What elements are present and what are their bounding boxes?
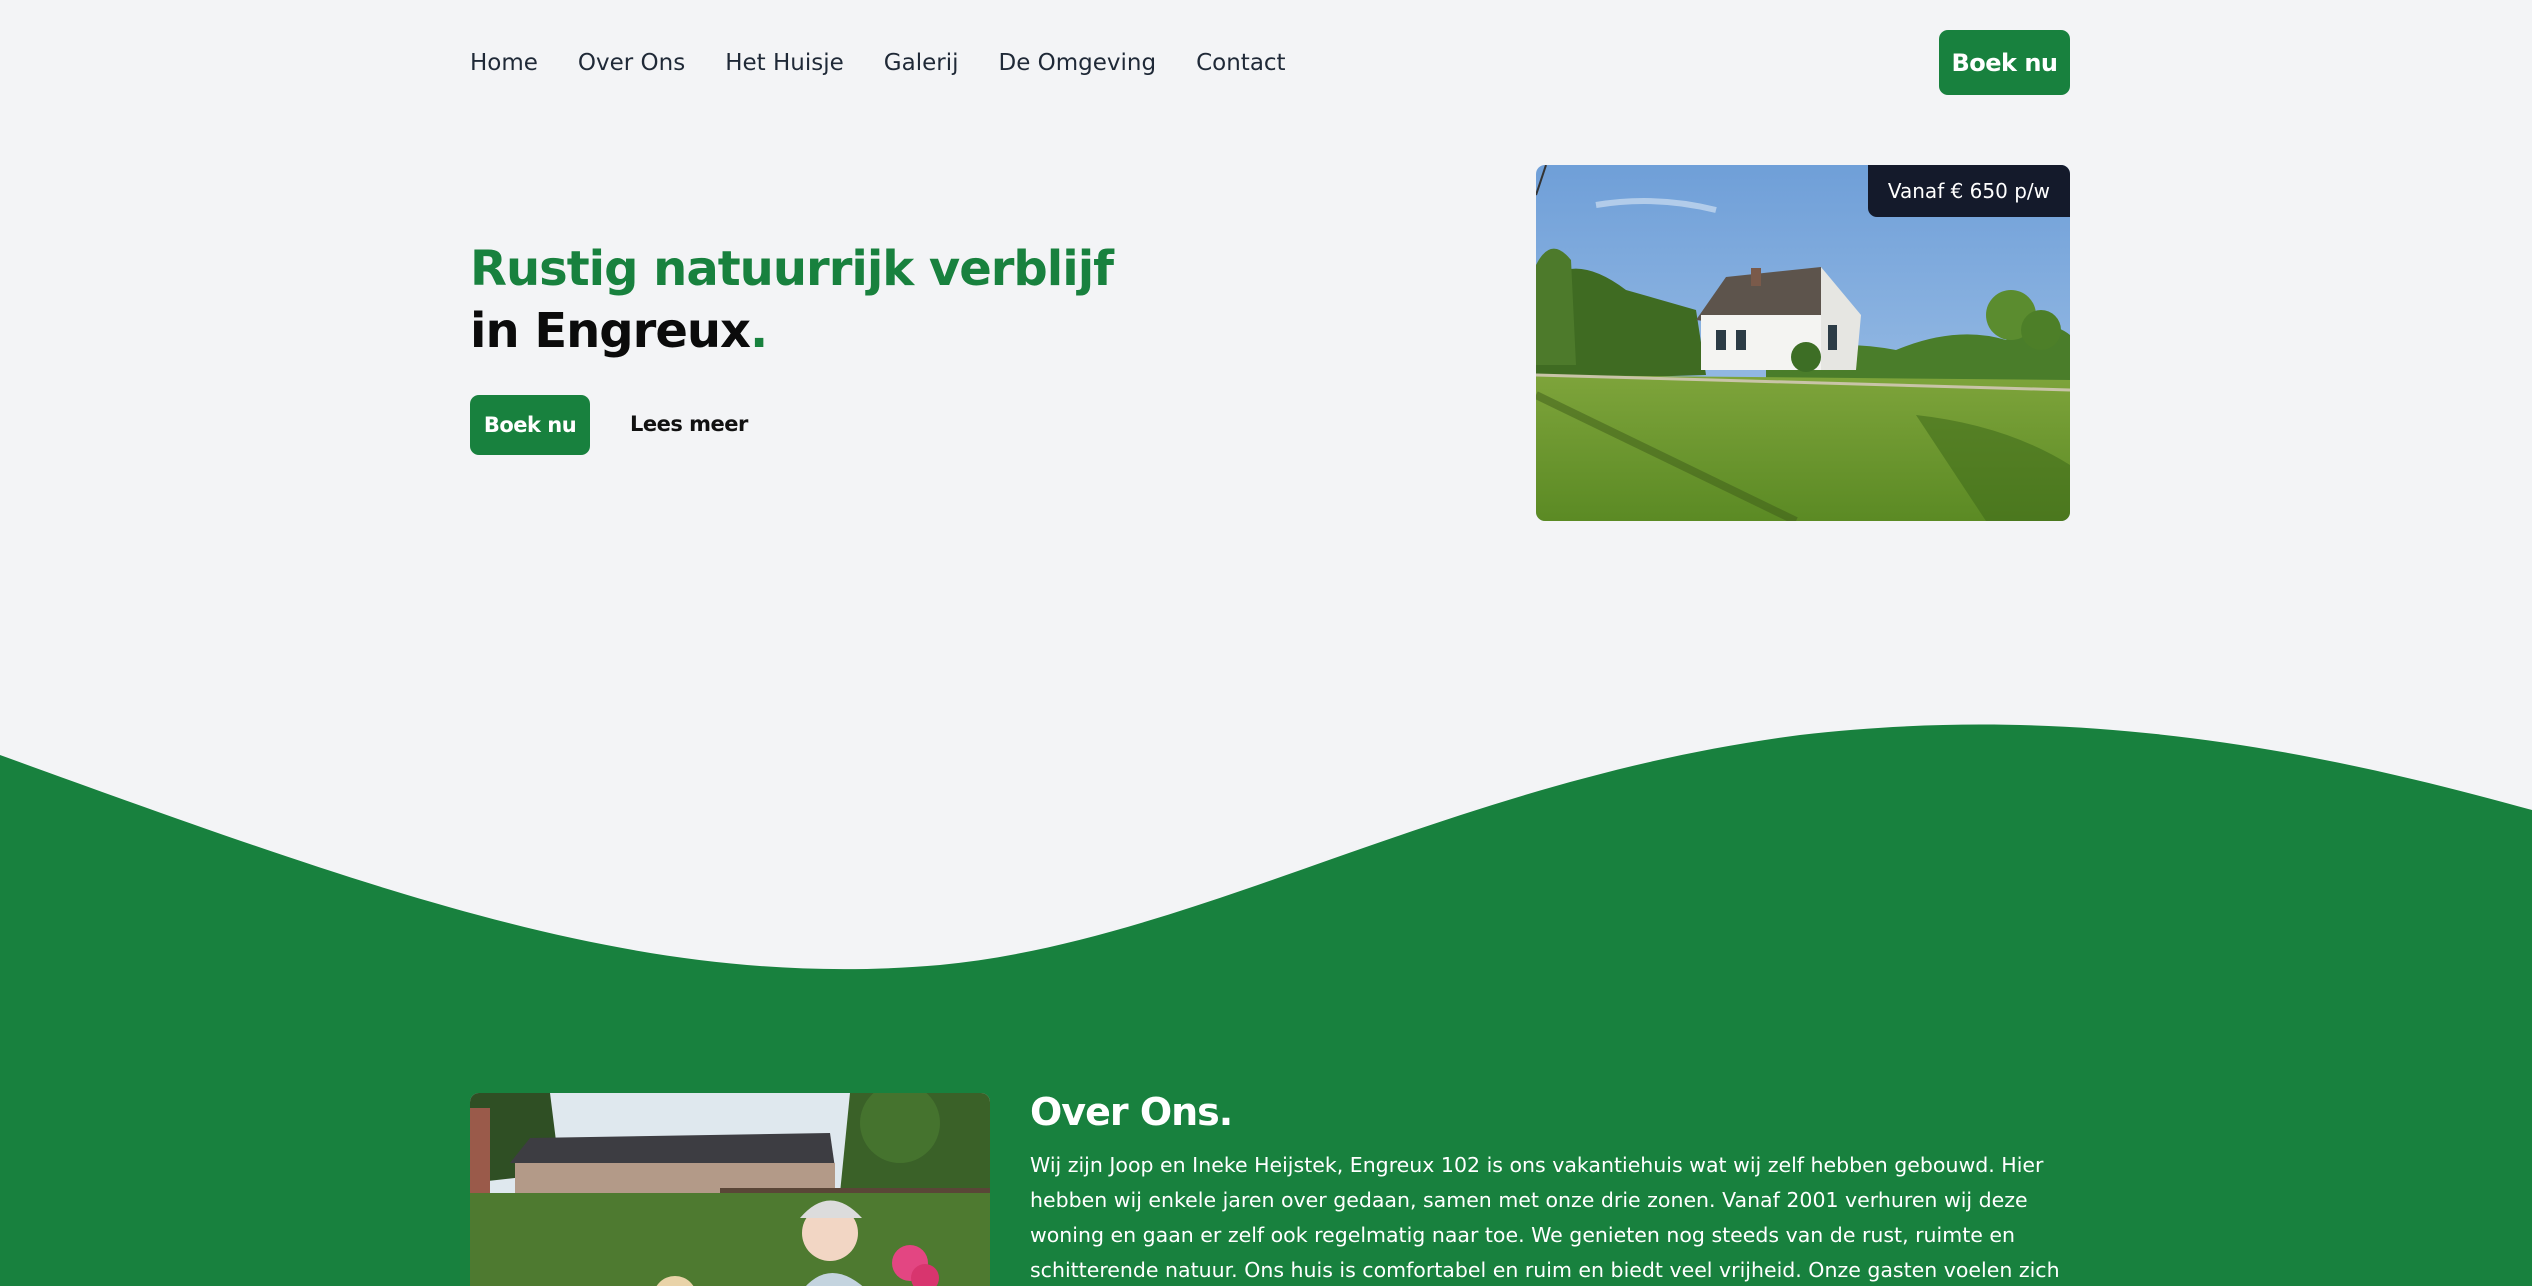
nav-link-het-huisje[interactable]: Het Huisje [725, 50, 844, 76]
owners-photo [470, 1093, 990, 1286]
about-text: Wij zijn Joop en Ineke Heijstek, Engreux… [1030, 1153, 2060, 1282]
read-more-link[interactable]: Lees meer [630, 412, 748, 436]
hero-title-line1: Rustig natuurrijk verblijf [470, 241, 1114, 297]
cottage-illustration [1536, 165, 2070, 521]
nav-book-button[interactable]: Boek nu [1939, 30, 2070, 95]
nav-link-de-omgeving[interactable]: De Omgeving [998, 50, 1156, 76]
hero-title: Rustig natuurrijk verblijf in Engreux. [470, 238, 1114, 362]
owners-illustration [470, 1093, 990, 1286]
nav-link-home[interactable]: Home [470, 50, 538, 76]
main-nav: Home Over Ons Het Huisje Galerij De Omge… [470, 30, 2070, 95]
nav-link-galerij[interactable]: Galerij [884, 50, 959, 76]
nav-links: Home Over Ons Het Huisje Galerij De Omge… [470, 50, 1286, 76]
hero-book-button[interactable]: Boek nu [470, 395, 590, 455]
hero-title-dot: . [750, 303, 768, 359]
cottage-photo: Vanaf € 650 p/w [1536, 165, 2070, 521]
nav-link-over-ons[interactable]: Over Ons [578, 50, 685, 76]
nav-link-contact[interactable]: Contact [1196, 50, 1285, 76]
about-title: Over Ons. [1030, 1090, 1233, 1134]
price-badge: Vanaf € 650 p/w [1867, 165, 2070, 217]
hero-title-line2: in Engreux [470, 303, 751, 359]
